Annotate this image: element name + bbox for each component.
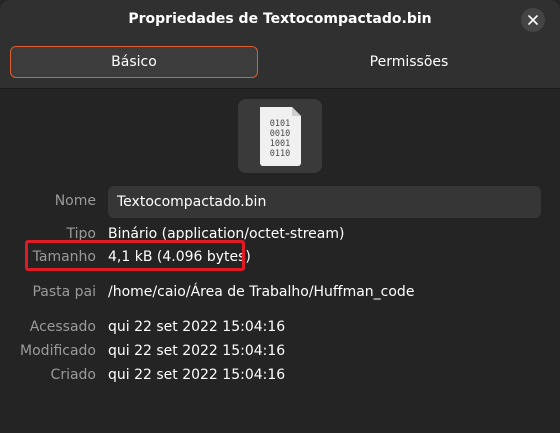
properties-dialog: Propriedades de Textocompactado.bin Bási… xyxy=(0,0,560,433)
binary-file-icon: 0101 0010 1001 0110 xyxy=(260,107,301,166)
created-label: Criado xyxy=(50,367,96,383)
bits-row: 0101 xyxy=(270,119,290,129)
bits-row: 0010 xyxy=(270,129,290,139)
tab-basico[interactable]: Básico xyxy=(10,46,258,78)
name-label: Nome xyxy=(54,193,96,209)
parent-folder-value[interactable]: /home/caio/Área de Trabalho/Huffman_code xyxy=(108,284,414,300)
created-value: qui 22 set 2022 15:04:16 xyxy=(108,367,286,383)
size-value: 4,1 kB (4.096 bytes) xyxy=(108,249,251,265)
type-value: Binário (application/octet-stream) xyxy=(108,226,345,242)
bits-row: 0110 xyxy=(270,149,290,159)
modified-label: Modificado xyxy=(20,343,96,359)
type-label: Tipo xyxy=(66,226,96,242)
tab-permissoes[interactable]: Permissões xyxy=(286,46,532,78)
tab-bar: Básico Permissões xyxy=(0,40,560,89)
accessed-value: qui 22 set 2022 15:04:16 xyxy=(108,319,286,335)
dialog-title: Propriedades de Textocompactado.bin xyxy=(128,11,432,27)
size-label: Tamanho xyxy=(32,249,96,265)
close-button[interactable] xyxy=(521,8,545,32)
modified-value: qui 22 set 2022 15:04:16 xyxy=(108,343,286,359)
title-bar: Propriedades de Textocompactado.bin xyxy=(0,0,560,40)
bits-row: 1001 xyxy=(270,139,290,149)
parent-folder-label: Pasta pai xyxy=(32,284,96,300)
close-icon xyxy=(528,15,538,25)
name-field[interactable]: Textocompactado.bin xyxy=(108,186,541,218)
file-icon-frame: 0101 0010 1001 0110 xyxy=(238,99,322,173)
accessed-label: Acessado xyxy=(29,319,96,335)
